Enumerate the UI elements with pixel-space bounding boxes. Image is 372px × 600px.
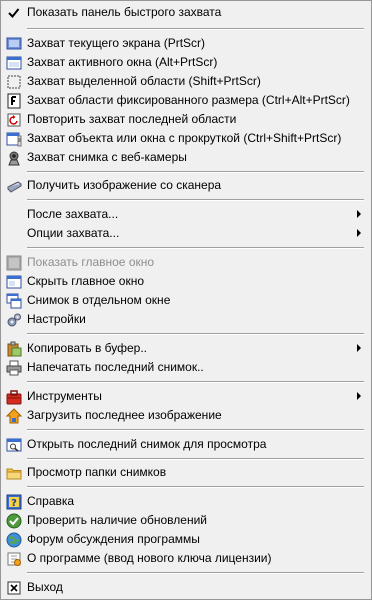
menu-separator <box>27 28 364 30</box>
separate-window-icon <box>6 293 22 309</box>
svg-text:?: ? <box>11 498 17 509</box>
menu-item-help[interactable]: ? Справка <box>1 492 371 511</box>
scroll-capture-icon <box>6 131 22 147</box>
menu-item-capture-fixed-region[interactable]: Захват области фиксированного размера (C… <box>1 91 371 110</box>
menu-separator <box>27 333 364 335</box>
menu-item-label: Показать панель быстрого захвата <box>27 5 222 19</box>
menu-separator <box>27 247 364 249</box>
menu-item-repeat-last-region[interactable]: Повторить захват последней области <box>1 110 371 129</box>
settings-icon <box>6 312 22 328</box>
menu-separator <box>27 458 364 460</box>
clipboard-icon <box>6 341 22 357</box>
fixed-region-icon <box>6 93 22 109</box>
menu-item-browse-folder[interactable]: Просмотр папки снимков <box>1 463 371 482</box>
menu-separator <box>27 486 364 488</box>
menu-separator <box>27 381 364 383</box>
repeat-capture-icon <box>6 112 22 128</box>
menu-item-show-main-window: Показать главное окно <box>1 253 371 272</box>
folder-icon <box>6 465 22 481</box>
hide-window-icon <box>6 274 22 290</box>
menu-separator <box>27 429 364 431</box>
webcam-icon <box>6 150 22 166</box>
help-icon: ? <box>6 494 22 510</box>
menu-item-label: Захват текущего экрана (PrtScr) <box>27 36 206 50</box>
menu-item-label: Открыть последний снимок для просмотра <box>27 437 267 451</box>
menu-item-label: Загрузить последнее изображение <box>27 408 222 422</box>
open-viewer-icon <box>6 437 22 453</box>
menu-item-label: Просмотр папки снимков <box>27 465 167 479</box>
menu-item-label: Проверить наличие обновлений <box>27 513 207 527</box>
menu-item-label: Выход <box>27 580 63 594</box>
menu-item-label: Повторить захват последней области <box>27 112 237 126</box>
menu-separator <box>27 572 364 574</box>
menu-item-label: После захвата... <box>27 207 119 221</box>
menu-item-label: Получить изображение со сканера <box>27 178 222 192</box>
menu-item-label: Захват выделенной области (Shift+PrtScr) <box>27 74 261 88</box>
menu-separator <box>27 199 364 201</box>
menu-item-label: Захват активного окна (Alt+PrtScr) <box>27 55 218 69</box>
menu-item-label: Опции захвата... <box>27 226 120 240</box>
update-check-icon <box>6 513 22 529</box>
submenu-arrow-icon <box>357 229 361 237</box>
menu-item-after-capture[interactable]: После захвата... <box>1 205 371 224</box>
menu-item-open-last-viewer[interactable]: Открыть последний снимок для просмотра <box>1 435 371 454</box>
menu-item-label: Копировать в буфер.. <box>27 341 148 355</box>
menu-separator <box>27 171 364 173</box>
menu-item-capture-active-window[interactable]: Захват активного окна (Alt+PrtScr) <box>1 53 371 72</box>
exit-icon <box>6 580 22 596</box>
menu-item-about[interactable]: О программе (ввод нового ключа лицензии) <box>1 549 371 568</box>
menu-item-label: Показать главное окно <box>27 255 155 269</box>
scanner-icon <box>6 178 22 194</box>
menu-item-capture-options[interactable]: Опции захвата... <box>1 224 371 243</box>
about-icon <box>6 551 22 567</box>
submenu-arrow-icon <box>357 210 361 218</box>
printer-icon <box>6 360 22 376</box>
menu-item-capture-webcam[interactable]: Захват снимка с веб-камеры <box>1 148 371 167</box>
menu-item-exit[interactable]: Выход <box>1 578 371 597</box>
menu-item-label: Захват снимка с веб-камеры <box>27 150 187 164</box>
region-capture-icon <box>6 74 22 90</box>
window-capture-icon <box>6 55 22 71</box>
menu-item-label: Скрыть главное окно <box>27 274 144 288</box>
menu-item-label: Форум обсуждения программы <box>27 532 200 546</box>
submenu-arrow-icon <box>357 392 361 400</box>
menu-item-settings[interactable]: Настройки <box>1 310 371 329</box>
menu-item-upload-last[interactable]: Загрузить последнее изображение <box>1 406 371 425</box>
menu-item-forum[interactable]: Форум обсуждения программы <box>1 530 371 549</box>
menu-item-check-updates[interactable]: Проверить наличие обновлений <box>1 511 371 530</box>
menu-item-label: Инструменты <box>27 389 102 403</box>
tools-icon <box>6 389 22 405</box>
menu-item-label: Снимок в отдельном окне <box>27 293 171 307</box>
upload-icon <box>6 408 22 424</box>
menu-item-hide-main-window[interactable]: Скрыть главное окно <box>1 272 371 291</box>
menu-item-capture-screen[interactable]: Захват текущего экрана (PrtScr) <box>1 34 371 53</box>
menu-item-copy-to-clipboard[interactable]: Копировать в буфер.. <box>1 339 371 358</box>
menu-item-show-quick-capture-panel[interactable]: Показать панель быстрого захвата <box>1 3 371 22</box>
menu-item-scanner[interactable]: Получить изображение со сканера <box>1 176 371 195</box>
screen-capture-icon <box>6 36 22 52</box>
checkmark-icon <box>6 5 22 21</box>
menu-item-label: Захват области фиксированного размера (C… <box>27 93 350 107</box>
forum-icon <box>6 532 22 548</box>
menu-item-print-last[interactable]: Напечатать последний снимок.. <box>1 358 371 377</box>
menu-item-label: О программе (ввод нового ключа лицензии) <box>27 551 272 565</box>
menu-item-capture-scrolling[interactable]: Захват объекта или окна с прокруткой (Ct… <box>1 129 371 148</box>
menu-item-label: Напечатать последний снимок.. <box>27 360 204 374</box>
menu-item-tools[interactable]: Инструменты <box>1 387 371 406</box>
menu-item-label: Справка <box>27 494 75 508</box>
menu-item-label: Захват объекта или окна с прокруткой (Ct… <box>27 131 342 145</box>
context-menu: Показать панель быстрого захвата Захват … <box>0 0 372 600</box>
show-window-icon <box>6 255 22 271</box>
menu-item-capture-region[interactable]: Захват выделенной области (Shift+PrtScr) <box>1 72 371 91</box>
menu-item-label: Настройки <box>27 312 86 326</box>
menu-item-separate-window[interactable]: Снимок в отдельном окне <box>1 291 371 310</box>
submenu-arrow-icon <box>357 344 361 352</box>
